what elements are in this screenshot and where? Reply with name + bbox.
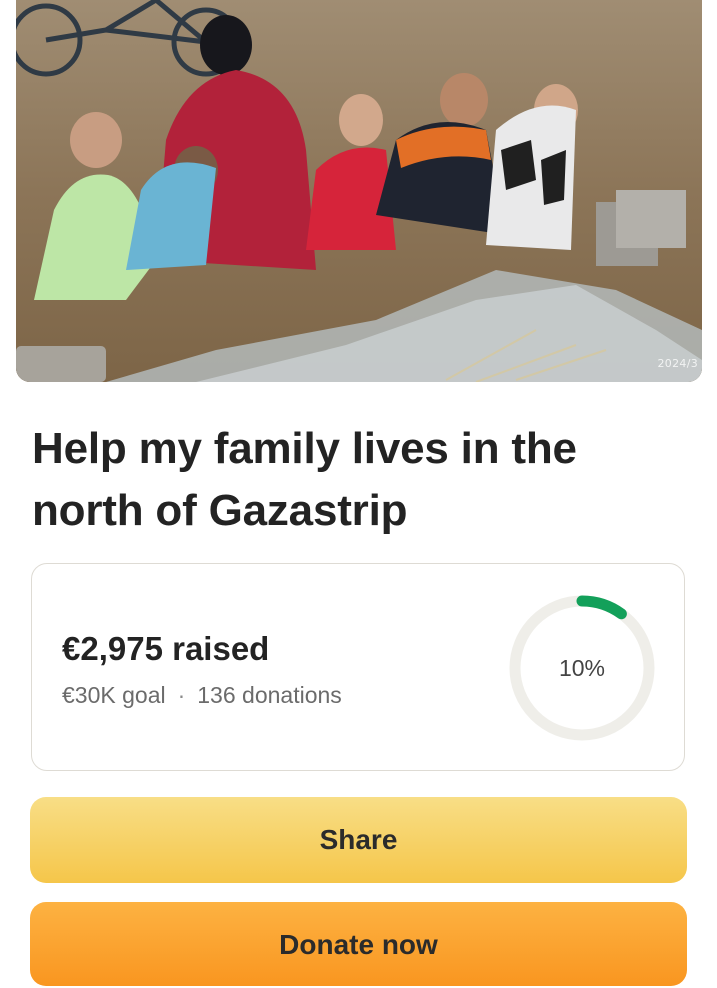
raised-amount: €2,975 <box>62 630 163 667</box>
campaign-title: Help my family lives in the north of Gaz… <box>32 424 577 535</box>
donate-now-button[interactable]: Donate now <box>30 902 687 986</box>
campaign-photo-illustration <box>16 0 702 382</box>
meta-separator: · <box>177 682 186 708</box>
photo-date-stamp: 2024/3 <box>657 357 698 370</box>
goal-and-donations: €30K goal · 136 donations <box>62 682 342 709</box>
progress-percent-label: 10% <box>558 655 606 681</box>
goal-amount: €30K goal <box>62 682 166 708</box>
progress-ring: 10% <box>508 594 656 742</box>
campaign-photo: 2024/3 <box>16 0 702 382</box>
donation-count: 136 donations <box>197 682 342 708</box>
raised-label: raised <box>172 630 270 667</box>
share-button[interactable]: Share <box>30 797 687 883</box>
raised-summary: €2,975 raised <box>62 630 269 668</box>
fundraising-progress-card: €2,975 raised €30K goal · 136 donations 10… <box>31 563 685 771</box>
